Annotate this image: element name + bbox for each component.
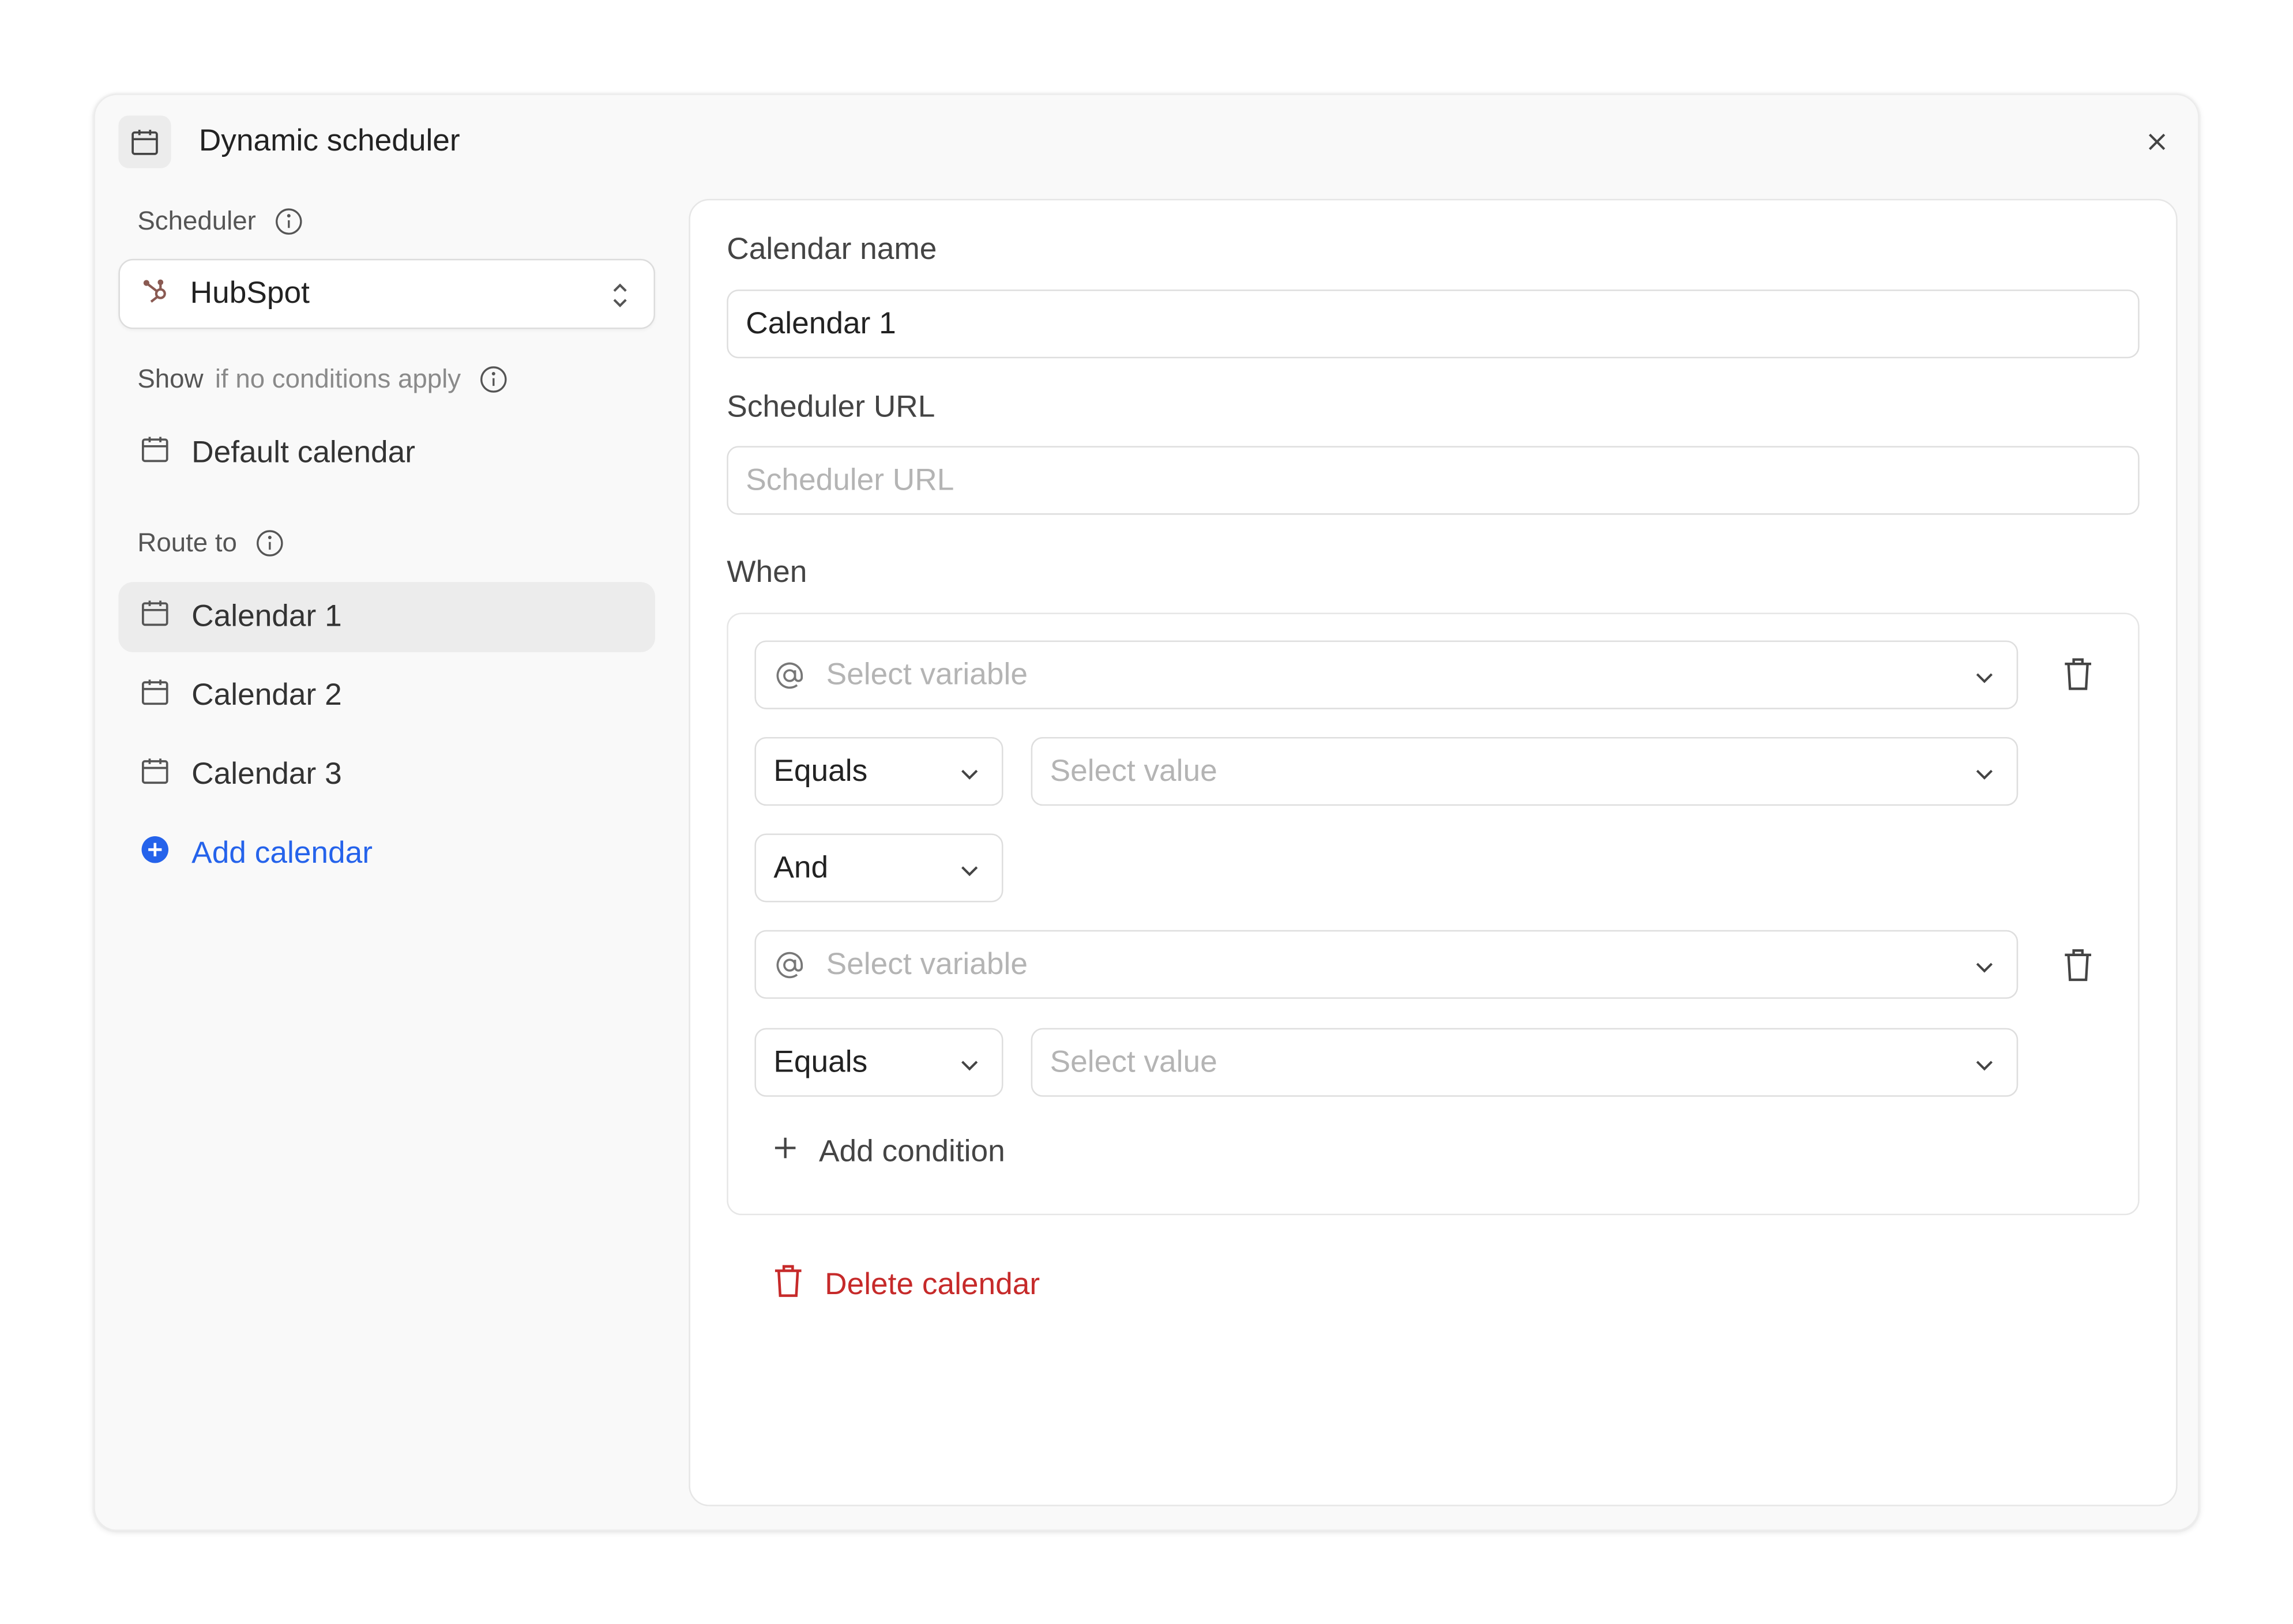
default-calendar-item[interactable]: Default calendar	[118, 418, 655, 488]
sidebar-item-calendar-2[interactable]: Calendar 2	[118, 661, 655, 731]
trash-icon	[772, 1264, 805, 1307]
info-icon[interactable]	[479, 363, 509, 394]
calendar-label: Calendar 1	[191, 599, 342, 633]
show-label-row: Show if no conditions apply	[118, 358, 655, 399]
sidebar: Scheduler HubSpot Show if no conditions …	[118, 200, 655, 889]
calendar-icon	[139, 675, 171, 716]
at-sign-icon	[773, 659, 806, 691]
variable-placeholder: Select variable	[826, 657, 1028, 691]
operator-select[interactable]: Equals	[754, 736, 1003, 806]
route-label-row: Route to	[118, 522, 655, 563]
show-label: Show	[137, 363, 204, 393]
operator-value: Equals	[773, 754, 868, 788]
scheduler-label: Scheduler	[137, 205, 256, 235]
chevron-down-icon	[1973, 663, 1997, 698]
value-placeholder: Select value	[1050, 1044, 1217, 1079]
close-icon[interactable]	[2140, 125, 2175, 160]
stage: Dynamic scheduler Scheduler HubSpot Show…	[0, 0, 2293, 1623]
scheduler-label-row: Scheduler	[118, 200, 655, 241]
dynamic-scheduler-dialog: Dynamic scheduler Scheduler HubSpot Show…	[93, 93, 2200, 1531]
dialog-header: Dynamic scheduler	[118, 115, 2174, 168]
info-icon[interactable]	[254, 527, 285, 558]
chevron-up-down-icon	[610, 279, 630, 318]
value-select[interactable]: Select value	[1031, 736, 2018, 806]
calendar-editor-panel: Calendar name Scheduler URL When Select …	[689, 198, 2178, 1506]
connector-value: And	[773, 850, 829, 884]
operator-select[interactable]: Equals	[754, 1028, 1003, 1097]
dialog-title: Dynamic scheduler	[198, 124, 460, 158]
add-calendar-button[interactable]: Add calendar	[118, 819, 655, 889]
calendar-label: Calendar 2	[191, 678, 342, 712]
delete-calendar-label: Delete calendar	[825, 1268, 1040, 1302]
scheduler-select[interactable]: HubSpot	[118, 258, 655, 329]
variable-select[interactable]: Select variable	[754, 930, 2018, 999]
plus-icon	[772, 1135, 799, 1170]
chevron-down-icon	[958, 855, 982, 890]
connector-select[interactable]: And	[754, 833, 1003, 903]
calendar-icon	[139, 754, 171, 795]
show-hint: if no conditions apply	[215, 363, 461, 393]
variable-placeholder: Select variable	[826, 946, 1028, 981]
add-condition-label: Add condition	[818, 1134, 1005, 1169]
info-icon[interactable]	[273, 205, 304, 236]
when-label: When	[727, 555, 807, 589]
calendar-label: Calendar 3	[191, 757, 342, 791]
route-label: Route to	[137, 527, 237, 557]
scheduler-value: HubSpot	[190, 276, 310, 310]
operator-value: Equals	[773, 1044, 868, 1079]
calendar-name-label: Calendar name	[727, 232, 937, 266]
sidebar-item-calendar-1[interactable]: Calendar 1	[118, 582, 655, 652]
variable-select[interactable]: Select variable	[754, 640, 2018, 709]
default-calendar-label: Default calendar	[191, 435, 415, 469]
add-condition-button[interactable]: Add condition	[772, 1135, 1005, 1170]
delete-condition-button[interactable]	[2058, 653, 2099, 694]
chevron-down-icon	[1973, 952, 1997, 987]
plus-circle-icon	[139, 833, 171, 874]
hubspot-icon	[140, 274, 172, 313]
calendar-icon	[139, 433, 171, 474]
delete-condition-button[interactable]	[2058, 945, 2099, 986]
at-sign-icon	[773, 948, 806, 980]
chevron-down-icon	[958, 759, 982, 794]
chevron-down-icon	[1973, 759, 1997, 794]
chevron-down-icon	[1973, 1050, 1997, 1085]
calendar-icon	[139, 597, 171, 638]
scheduler-url-label: Scheduler URL	[727, 390, 935, 424]
scheduler-url-input[interactable]	[727, 446, 2140, 515]
calendar-icon	[118, 115, 171, 168]
add-calendar-label: Add calendar	[191, 836, 373, 870]
value-placeholder: Select value	[1050, 754, 1217, 788]
value-select[interactable]: Select value	[1031, 1028, 2018, 1097]
delete-calendar-button[interactable]: Delete calendar	[772, 1264, 1040, 1307]
calendar-name-input[interactable]	[727, 290, 2140, 359]
conditions-box: Select variable Equals Select value And …	[727, 612, 2140, 1216]
chevron-down-icon	[958, 1050, 982, 1085]
sidebar-item-calendar-3[interactable]: Calendar 3	[118, 740, 655, 810]
